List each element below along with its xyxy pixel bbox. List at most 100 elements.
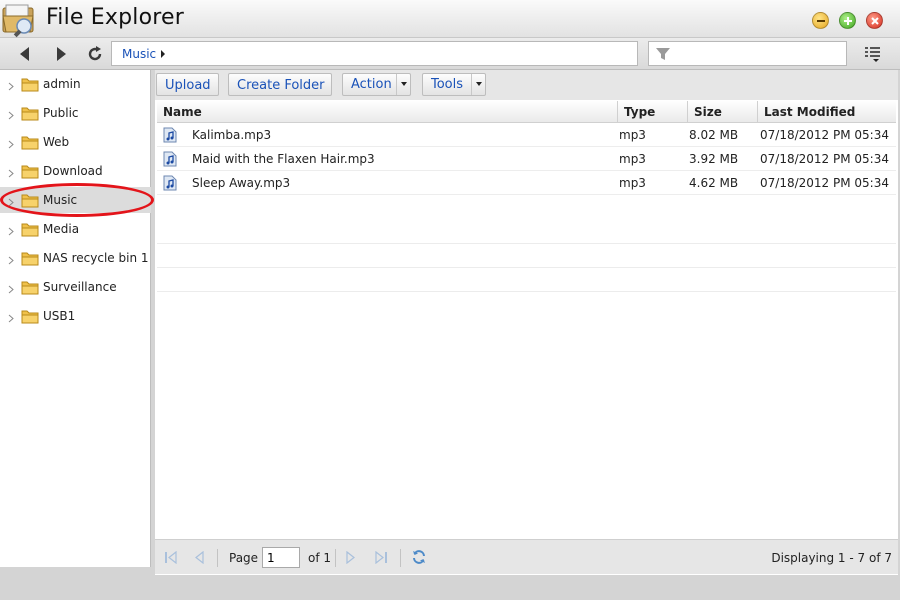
action-menu-button[interactable]: Action	[342, 73, 411, 96]
audio-file-icon	[163, 175, 177, 194]
expand-arrow-icon[interactable]	[8, 254, 14, 268]
folder-icon	[21, 251, 39, 269]
last-page-icon[interactable]	[374, 550, 388, 567]
separator	[335, 549, 336, 567]
file-size: 4.62 MB	[689, 176, 739, 190]
column-header-type[interactable]: Type	[618, 101, 688, 123]
view-options-icon[interactable]	[864, 45, 882, 66]
displaying-count: Displaying 1 - 7 of 7	[771, 551, 892, 565]
tree-item-label: Surveillance	[43, 280, 117, 294]
plus-icon	[844, 17, 852, 25]
row-divider	[157, 291, 896, 292]
separator	[217, 549, 218, 567]
expand-arrow-icon[interactable]	[8, 312, 14, 326]
tree-item-admin[interactable]: admin	[0, 71, 151, 97]
filter-input[interactable]	[675, 44, 843, 63]
tools-label: Tools	[431, 77, 464, 92]
folder-icon	[21, 309, 39, 327]
filter-box[interactable]	[648, 41, 847, 66]
tree-item-label: NAS recycle bin 1	[43, 251, 149, 265]
tools-menu-button[interactable]: Tools	[422, 73, 486, 96]
tree-item-public[interactable]: Public	[0, 100, 151, 126]
tree-item-surveillance[interactable]: Surveillance	[0, 274, 151, 300]
maximize-button[interactable]	[839, 12, 856, 29]
toolbar: Upload Create Folder Action Tools	[155, 70, 898, 100]
expand-arrow-icon[interactable]	[8, 196, 14, 210]
tree-item-label: Media	[43, 222, 80, 236]
refresh-icon[interactable]	[411, 549, 427, 568]
file-name: Sleep Away.mp3	[192, 176, 291, 190]
folder-icon	[21, 135, 39, 153]
row-divider	[157, 267, 896, 268]
file-name: Kalimba.mp3	[192, 128, 272, 142]
column-header-name[interactable]: Name	[157, 101, 618, 123]
tree-item-media[interactable]: Media	[0, 216, 151, 242]
first-page-icon[interactable]	[164, 550, 178, 567]
row-divider	[157, 243, 896, 244]
window-title: File Explorer	[46, 5, 185, 30]
folder-icon	[21, 106, 39, 124]
page-number-input[interactable]	[262, 547, 300, 568]
tree-item-web[interactable]: Web	[0, 129, 151, 155]
file-list-panel: Upload Create Folder Action Tools Name T…	[155, 70, 898, 575]
folder-icon	[21, 280, 39, 298]
folder-icon	[21, 77, 39, 95]
expand-arrow-icon[interactable]	[8, 283, 14, 297]
paging-toolbar: Page of 1 Displaying 1 - 7 of 7	[155, 539, 898, 574]
upload-button[interactable]: Upload	[156, 73, 219, 96]
tree-item-download[interactable]: Download	[0, 158, 151, 184]
file-name: Maid with the Flaxen Hair.mp3	[192, 152, 375, 166]
table-row[interactable]: Maid with the Flaxen Hair.mp3 mp3 3.92 M…	[157, 147, 896, 171]
dropdown-arrow-icon[interactable]	[396, 74, 410, 95]
expand-arrow-icon[interactable]	[8, 167, 14, 181]
back-arrow-icon[interactable]	[16, 45, 34, 63]
audio-file-icon	[163, 127, 177, 146]
filter-icon	[655, 46, 671, 65]
previous-page-icon[interactable]	[193, 550, 205, 567]
dropdown-arrow-icon[interactable]	[471, 74, 485, 95]
file-modified: 07/18/2012 PM 05:34	[760, 152, 889, 166]
expand-arrow-icon[interactable]	[8, 80, 14, 94]
table-row[interactable]: Kalimba.mp3 mp3 8.02 MB 07/18/2012 PM 05…	[157, 123, 896, 147]
path-bar[interactable]: Music	[111, 41, 638, 66]
action-label: Action	[351, 77, 392, 92]
close-button[interactable]	[866, 12, 883, 29]
expand-arrow-icon[interactable]	[8, 109, 14, 123]
tree-item-nas-recycle-bin[interactable]: NAS recycle bin 1	[0, 245, 151, 271]
minus-icon	[817, 20, 825, 22]
title-bar: File Explorer	[0, 0, 900, 38]
audio-file-icon	[163, 151, 177, 170]
tree-item-label: Web	[43, 135, 70, 149]
file-size: 3.92 MB	[689, 152, 739, 166]
forward-arrow-icon[interactable]	[52, 45, 70, 63]
column-header-last-modified[interactable]: Last Modified	[758, 101, 896, 123]
file-type: mp3	[619, 152, 646, 166]
tree-item-music[interactable]: Music	[0, 187, 151, 213]
tree-item-label: admin	[43, 77, 81, 91]
grid-header: Name Type Size Last Modified	[157, 101, 896, 123]
file-modified: 07/18/2012 PM 05:34	[760, 176, 889, 190]
file-size: 8.02 MB	[689, 128, 739, 142]
expand-arrow-icon[interactable]	[8, 225, 14, 239]
file-modified: 07/18/2012 PM 05:34	[760, 128, 889, 142]
folder-tree: admin Public Web Download Music Media NA…	[0, 70, 154, 567]
tree-item-label: USB1	[43, 309, 76, 323]
tree-item-label: Download	[43, 164, 103, 178]
separator	[400, 549, 401, 567]
page-label: Page	[229, 551, 259, 565]
navigation-bar: Music	[0, 38, 900, 70]
create-folder-button[interactable]: Create Folder	[228, 73, 332, 96]
file-explorer-app-icon	[0, 2, 38, 38]
column-header-size[interactable]: Size	[688, 101, 758, 123]
minimize-button[interactable]	[812, 12, 829, 29]
tree-item-usb1[interactable]: USB1	[0, 303, 151, 329]
close-icon	[871, 17, 879, 25]
expand-arrow-icon[interactable]	[8, 138, 14, 152]
refresh-icon[interactable]	[86, 45, 104, 63]
table-row[interactable]: Sleep Away.mp3 mp3 4.62 MB 07/18/2012 PM…	[157, 171, 896, 195]
breadcrumb-arrow-icon[interactable]	[160, 48, 166, 62]
next-page-icon[interactable]	[345, 550, 357, 567]
breadcrumb-music[interactable]: Music	[122, 47, 156, 61]
page-count-label: of 1	[308, 551, 332, 565]
folder-icon	[21, 164, 39, 182]
